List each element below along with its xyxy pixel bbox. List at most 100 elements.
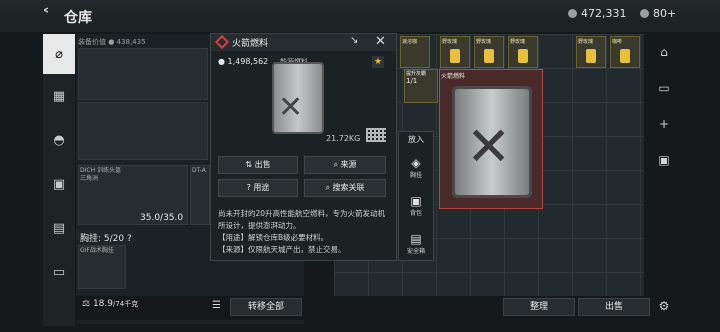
right-nav: ⌂ ▭ + ▣ ⚙ bbox=[650, 34, 678, 324]
put-in-safebox[interactable]: ▤ 安全箱 bbox=[398, 232, 434, 255]
armor-label: DT-A bbox=[192, 167, 206, 174]
back-arrow-icon[interactable]: ˂ bbox=[42, 6, 50, 25]
coin-value: 472,331 bbox=[581, 7, 627, 20]
drink-icon bbox=[586, 49, 596, 63]
weight-limit: /74千克 bbox=[112, 300, 139, 308]
item-price: ● 1,498,562 bbox=[218, 57, 268, 66]
popup-use-label: 用途 bbox=[253, 183, 270, 192]
chest-icon[interactable]: ▤ bbox=[43, 206, 75, 250]
drink-icon bbox=[518, 49, 528, 63]
carry-weight: ⚖ 18.9/74千克 bbox=[82, 299, 138, 309]
sell-button[interactable]: 出售 bbox=[578, 298, 650, 316]
rig-name: GIF战术胸挂 bbox=[80, 247, 114, 254]
storage-item[interactable]: 咖啡 bbox=[610, 36, 640, 68]
price-value: 1,498,562 bbox=[227, 57, 269, 66]
popup-use-button[interactable]: ? 用途 bbox=[218, 179, 298, 197]
coin-icon: ● bbox=[218, 57, 228, 66]
coin-icon: ● bbox=[108, 38, 115, 46]
add-gems-button[interactable]: + bbox=[667, 7, 676, 20]
gem-icon bbox=[640, 9, 649, 18]
chest-label: 胸挂: 5/20 bbox=[80, 234, 125, 244]
helmet-label: DICH 训练头盔 三角洲 bbox=[80, 167, 121, 183]
weight-icon: ⚖ bbox=[82, 299, 93, 309]
helmet-sub: 三角洲 bbox=[80, 175, 99, 182]
search-icon: ⌕ bbox=[325, 183, 333, 192]
put-in-safebox-label: 安全箱 bbox=[406, 248, 425, 255]
drink-icon bbox=[484, 49, 494, 63]
popup-search-related-button[interactable]: ⌕ 搜索关联 bbox=[304, 179, 386, 197]
gem-balance[interactable]: 80+ bbox=[640, 7, 676, 20]
popup-source-button[interactable]: ⌕ 来源 bbox=[304, 156, 386, 174]
popup-sell-label: 出售 bbox=[254, 160, 271, 169]
storage-item[interactable]: 野玫瑰 bbox=[576, 36, 606, 68]
lock-icon[interactable]: ▣ bbox=[650, 142, 678, 178]
equip-value: 装备价值 ● 438,435 bbox=[78, 37, 146, 47]
item-label: 野玫瑰 bbox=[442, 39, 458, 45]
search-icon: ⌕ bbox=[333, 160, 341, 169]
armor-slot[interactable] bbox=[190, 165, 210, 225]
small-item-label: 提升灰霸 1/1 bbox=[406, 70, 426, 85]
left-nav: ⌀ ▦ ◓ ▣ ▤ ▭ bbox=[43, 34, 75, 326]
weapon-icon[interactable]: ⌀ bbox=[43, 34, 75, 74]
item-weight: 21.72KG bbox=[326, 134, 361, 143]
backpack-icon: ▣ bbox=[410, 194, 422, 208]
drink-icon bbox=[620, 49, 630, 63]
helmet-durability: 35.0/35.0 bbox=[140, 213, 184, 223]
size-grid-icon bbox=[366, 128, 386, 142]
rig-label: GIF战术胸挂 bbox=[80, 247, 114, 255]
put-in-rig[interactable]: ◈ 胸挂 bbox=[398, 156, 434, 179]
coin-icon bbox=[568, 9, 577, 18]
drink-icon bbox=[450, 49, 460, 63]
item-label: 野玫瑰 bbox=[510, 39, 526, 45]
helmet-icon[interactable]: ◓ bbox=[43, 118, 75, 162]
item-label: 野玫瑰 bbox=[578, 39, 594, 45]
sort-button[interactable]: 整理 bbox=[503, 298, 575, 316]
item-label: 野玫瑰 bbox=[476, 39, 492, 45]
safebox-icon: ▤ bbox=[410, 232, 422, 246]
put-in-rig-label: 胸挂 bbox=[409, 172, 422, 179]
put-in-backpack-label: 背包 bbox=[409, 210, 422, 217]
list-icon[interactable]: ☰ bbox=[212, 300, 221, 311]
equip-value-label: 装备价值 bbox=[78, 38, 106, 46]
storage-item[interactable]: 野玫瑰 bbox=[508, 36, 538, 68]
primary-weapon-slot[interactable] bbox=[78, 48, 208, 100]
sell-icon: ⇅ bbox=[245, 160, 255, 169]
storage-item[interactable]: 速溶咖 bbox=[400, 36, 430, 68]
canister-x-mark: ✕ bbox=[466, 115, 512, 178]
gem-value: 80 bbox=[653, 7, 667, 20]
put-in-title: 放入 bbox=[408, 135, 424, 144]
page-title: 仓库 bbox=[64, 10, 92, 26]
put-in-backpack[interactable]: ▣ 背包 bbox=[398, 194, 434, 217]
storage-item[interactable]: 野玫瑰 bbox=[440, 36, 470, 68]
big-item-label: 火箭燃料 bbox=[441, 73, 466, 80]
collapse-icon[interactable]: ↘ bbox=[350, 35, 358, 46]
plus-icon[interactable]: + bbox=[650, 106, 678, 142]
rig-icon: ◈ bbox=[411, 156, 421, 170]
item-description: 尚未开封的20升高性能航空燃料，专为火箭发动机所设计，提供澎湃动力。 【用途】解… bbox=[218, 209, 386, 254]
popup-title: 火箭燃料 bbox=[232, 39, 269, 49]
canister-x-mark: ✕ bbox=[278, 90, 304, 125]
weight-value: 18.9 bbox=[92, 299, 113, 309]
bag-icon[interactable]: ▭ bbox=[43, 250, 75, 294]
storage-item[interactable]: 野玫瑰 bbox=[474, 36, 504, 68]
close-icon[interactable]: ✕ bbox=[375, 34, 386, 49]
home-icon[interactable]: ⌂ bbox=[650, 34, 678, 70]
transfer-all-button[interactable]: 转移全部 bbox=[230, 298, 302, 316]
popup-source-label: 来源 bbox=[340, 160, 357, 169]
item-label: 咖啡 bbox=[612, 39, 623, 45]
small-item-count: 1/1 bbox=[406, 77, 418, 85]
helmet-name: DICH 训练头盔 bbox=[80, 167, 121, 174]
favorite-star-icon[interactable]: ★ bbox=[372, 56, 384, 68]
secondary-weapon-slot[interactable] bbox=[78, 102, 208, 160]
chest-capacity: 胸挂: 5/20 ? bbox=[76, 230, 136, 245]
coin-balance: 472,331 bbox=[568, 7, 627, 20]
help-icon[interactable]: ? bbox=[127, 234, 132, 244]
backpack-icon[interactable]: ▣ bbox=[43, 162, 75, 206]
equip-value-amount: 438,435 bbox=[116, 38, 146, 46]
popup-sell-button[interactable]: ⇅ 出售 bbox=[218, 156, 298, 174]
armor-icon[interactable]: ▦ bbox=[43, 74, 75, 118]
popup-search-label: 搜索关联 bbox=[332, 183, 365, 192]
armor-name: DT-A bbox=[192, 167, 206, 174]
tab-icon[interactable]: ▭ bbox=[650, 70, 678, 106]
settings-icon[interactable]: ⚙ bbox=[650, 288, 678, 324]
